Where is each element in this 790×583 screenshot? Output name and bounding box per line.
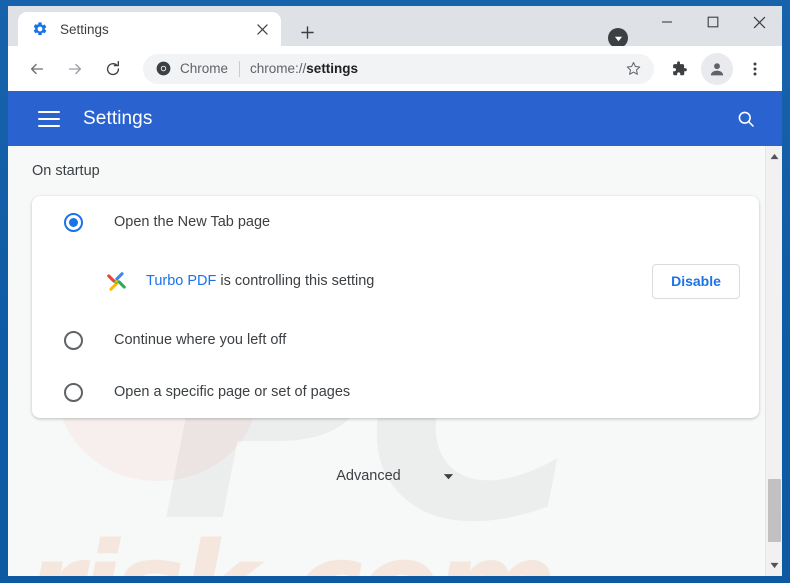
extensions-button[interactable]	[663, 53, 695, 85]
browser-window: Settings Chrome chrome://settings Settin…	[8, 6, 782, 576]
omnibox-url: chrome://settings	[250, 61, 358, 76]
turbo-pdf-extension-icon	[107, 271, 126, 291]
option-label: Continue where you left off	[114, 332, 287, 348]
hamburger-menu-icon[interactable]	[38, 110, 60, 127]
browser-menu-button[interactable]	[739, 53, 771, 85]
advanced-toggle[interactable]: Advanced	[32, 468, 759, 484]
back-button[interactable]	[21, 53, 53, 85]
scroll-up-arrow-icon[interactable]	[766, 148, 782, 165]
minimize-icon	[662, 21, 672, 23]
page-title: Settings	[83, 107, 153, 129]
scroll-down-arrow-icon[interactable]	[766, 557, 782, 574]
scrollbar-thumb[interactable]	[768, 479, 781, 542]
browser-toolbar: Chrome chrome://settings	[8, 46, 782, 91]
reload-button[interactable]	[97, 53, 129, 85]
settings-header: Settings	[8, 91, 782, 146]
minimize-button[interactable]	[644, 6, 690, 38]
omnibox-separator	[239, 60, 241, 77]
gear-icon	[33, 22, 47, 36]
search-icon[interactable]	[732, 105, 760, 133]
plus-icon	[300, 25, 314, 39]
window-controls	[644, 6, 782, 46]
arrow-left-icon	[30, 63, 44, 74]
option-row-continue-where-left-off[interactable]: Continue where you left off	[32, 314, 759, 366]
option-label: Open the New Tab page	[114, 214, 271, 230]
omnibox-chip: Chrome	[156, 61, 228, 76]
star-icon	[626, 61, 641, 75]
option-row-open-new-tab[interactable]: Open the New Tab page	[32, 196, 759, 248]
forward-button[interactable]	[59, 53, 91, 85]
extension-link[interactable]: Turbo PDF	[146, 273, 216, 289]
bookmark-button[interactable]	[625, 60, 642, 77]
reload-icon	[106, 60, 120, 75]
settings-page: Settings PC On startup Open the New Tab …	[8, 91, 782, 576]
advanced-label: Advanced	[336, 468, 401, 484]
option-label: Open a specific page or set of pages	[114, 384, 351, 400]
settings-content: PC On startup Open the New Tab page	[8, 146, 782, 576]
avatar-icon	[710, 62, 724, 75]
section-title-on-startup: On startup	[32, 163, 100, 179]
close-icon	[753, 16, 765, 28]
maximize-button[interactable]	[690, 6, 736, 38]
extension-notice-rest: is controlling this setting	[216, 273, 375, 289]
tab-title: Settings	[60, 21, 109, 37]
page-scrollbar[interactable]	[765, 146, 782, 576]
on-startup-card: Open the New Tab page Turbo PDF is contr…	[32, 196, 759, 418]
browser-window-frame: Settings Chrome chrome://settings Settin…	[0, 0, 790, 583]
caret-down-circle-icon[interactable]	[608, 28, 628, 48]
omnibox-url-prefix: chrome://	[250, 61, 307, 76]
three-dots-vertical-icon	[753, 62, 757, 75]
omnibox-chip-label: Chrome	[180, 61, 229, 76]
arrow-right-icon	[68, 63, 82, 74]
address-bar[interactable]: Chrome chrome://settings	[143, 53, 654, 84]
close-window-button[interactable]	[736, 6, 782, 38]
disable-extension-button[interactable]: Disable	[652, 263, 740, 299]
browser-tab-settings[interactable]: Settings	[18, 12, 281, 46]
extension-control-notice: Turbo PDF is controlling this setting Di…	[32, 248, 759, 314]
close-icon[interactable]	[252, 19, 272, 39]
puzzle-piece-icon	[673, 60, 687, 75]
radio-continue-where-left-off[interactable]	[64, 330, 83, 350]
option-row-open-specific-page[interactable]: Open a specific page or set of pages	[32, 366, 759, 418]
extension-notice-text: Turbo PDF is controlling this setting	[146, 273, 374, 289]
chevron-down-icon	[442, 470, 455, 483]
radio-open-specific-page[interactable]	[64, 382, 83, 402]
omnibox-url-path: settings	[306, 61, 359, 76]
profile-button[interactable]	[701, 52, 733, 85]
watermark-risk: risk.com	[26, 526, 557, 576]
maximize-icon	[707, 16, 719, 28]
chrome-logo-icon	[156, 61, 171, 76]
radio-open-new-tab[interactable]	[64, 212, 83, 232]
tab-strip: Settings	[8, 6, 782, 48]
new-tab-button[interactable]	[293, 18, 321, 46]
